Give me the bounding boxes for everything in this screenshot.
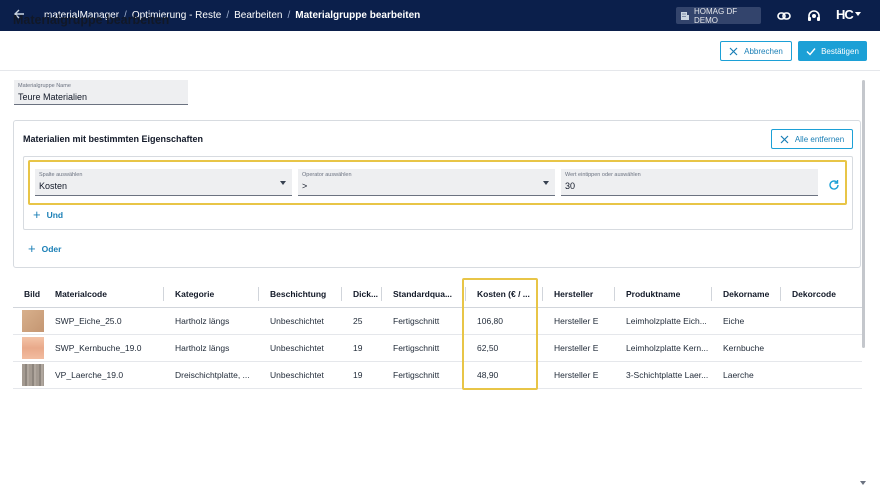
cell-beschichtung: Unbeschichtet [259, 334, 342, 362]
table-header-row: Bild Materialcode Kategorie Beschichtung… [13, 281, 862, 308]
name-field-value: Teure Materialien [18, 92, 88, 102]
value-input-value: 30 [565, 181, 576, 191]
check-icon [806, 47, 816, 56]
cell-kosten: 62,50 [466, 334, 543, 362]
vertical-scrollbar[interactable] [862, 80, 865, 348]
tenant-selector[interactable]: HOMAG DF DEMO [676, 6, 761, 25]
cell-materialcode: VP_Laerche_19.0 [44, 361, 164, 389]
hc-logo[interactable]: HC [836, 7, 854, 22]
cell-dekorcode [781, 361, 862, 389]
cell-hersteller: Hersteller E [543, 361, 615, 389]
headset-icon[interactable] [806, 8, 822, 24]
or-label: Oder [41, 244, 62, 254]
scroll-down-icon[interactable] [860, 481, 866, 485]
cell-dekorcode [781, 334, 862, 362]
cell-standard: Fertigschnitt [382, 307, 466, 335]
cell-materialcode: SWP_Kernbuche_19.0 [44, 334, 164, 362]
operator-select[interactable]: Operator auswählen > [298, 169, 555, 196]
material-group-name-field[interactable]: Materialgruppe Name Teure Materialien [14, 80, 188, 105]
confirm-button[interactable]: Bestätigen [798, 41, 867, 61]
column-header-dicke[interactable]: Dick... [342, 281, 382, 308]
column-select-label: Spalte auswählen [39, 172, 83, 178]
cell-dekorname: Laerche [712, 361, 781, 389]
cancel-label: Abbrechen [744, 46, 783, 56]
table-row[interactable]: SWP_Eiche_25.0 Hartholz längs Unbeschich… [13, 307, 862, 335]
operator-select-value: > [302, 181, 308, 191]
cell-dicke: 25 [342, 307, 382, 335]
cell-produktname: 3-Schichtplatte Laer... [615, 361, 712, 389]
column-header-hersteller[interactable]: Hersteller [543, 281, 615, 308]
material-image [13, 361, 44, 389]
cell-dekorname: Eiche [712, 307, 781, 335]
building-icon [680, 11, 690, 21]
cell-kategorie: Hartholz längs [164, 307, 259, 335]
add-and-condition-button[interactable]: + Und [33, 207, 64, 222]
value-input[interactable]: Wert eintippen oder auswählen 30 [561, 169, 818, 196]
column-select-value: Kosten [39, 181, 68, 191]
remove-all-button[interactable]: Alle entfernen [771, 129, 853, 149]
and-label: Und [46, 210, 64, 220]
confirm-label: Bestätigen [821, 46, 859, 56]
plus-icon: + [28, 241, 36, 256]
operator-select-label: Operator auswählen [302, 172, 352, 178]
dropdown-arrow-icon [543, 181, 549, 185]
plus-icon: + [33, 207, 41, 222]
dropdown-arrow-icon [280, 181, 286, 185]
column-header-bild[interactable]: Bild [13, 281, 44, 308]
cell-dekorcode [781, 307, 862, 335]
cell-produktname: Leimholzplatte Eich... [615, 307, 712, 335]
column-header-dekorcode[interactable]: Dekorcode [781, 281, 862, 308]
remove-all-label: Alle entfernen [794, 134, 845, 144]
column-header-produktname[interactable]: Produktname [615, 281, 712, 308]
breadcrumb-item-bearbeiten[interactable]: Bearbeiten [234, 10, 282, 21]
material-swatch [22, 309, 44, 332]
page-title: Materialgruppe bearbeiten [13, 13, 170, 27]
cell-kategorie: Hartholz längs [164, 334, 259, 362]
column-select[interactable]: Spalte auswählen Kosten [35, 169, 292, 196]
column-header-standardqualitaet[interactable]: Standardqua... [382, 281, 466, 308]
materials-table: Bild Materialcode Kategorie Beschichtung… [13, 281, 862, 389]
add-or-group-button[interactable]: + Oder [28, 241, 62, 256]
close-icon [729, 47, 738, 55]
cell-dicke: 19 [342, 334, 382, 362]
column-header-kategorie[interactable]: Kategorie [164, 281, 259, 308]
material-swatch [22, 336, 44, 359]
name-field-label: Materialgruppe Name [18, 83, 71, 89]
cell-dicke: 19 [342, 361, 382, 389]
cell-hersteller: Hersteller E [543, 334, 615, 362]
material-image [13, 334, 44, 362]
column-header-materialcode[interactable]: Materialcode [44, 281, 164, 308]
table-row[interactable]: VP_Laerche_19.0 Dreischichtplatte, ... U… [13, 361, 862, 389]
cell-standard: Fertigschnitt [382, 361, 466, 389]
cell-materialcode: SWP_Eiche_25.0 [44, 307, 164, 335]
value-input-label: Wert eintippen oder auswählen [565, 172, 641, 178]
breadcrumb-current: Materialgruppe bearbeiten [295, 10, 421, 21]
column-header-kosten[interactable]: Kosten (€ / ... [466, 281, 543, 308]
cell-kosten: 48,90 [466, 361, 543, 389]
material-swatch [22, 363, 44, 386]
cell-produktname: Leimholzplatte Kern... [615, 334, 712, 362]
cell-kosten: 106,80 [466, 307, 543, 335]
close-icon [780, 135, 789, 143]
filter-card-title: Materialien mit bestimmten Eigenschaften [23, 134, 204, 144]
cell-standard: Fertigschnitt [382, 334, 466, 362]
cell-kategorie: Dreischichtplatte, ... [164, 361, 259, 389]
cell-hersteller: Hersteller E [543, 307, 615, 335]
table-row[interactable]: SWP_Kernbuche_19.0 Hartholz längs Unbesc… [13, 334, 862, 362]
chevron-down-icon[interactable] [855, 12, 861, 16]
link-icon[interactable] [776, 8, 792, 24]
material-image [13, 307, 44, 335]
refresh-icon[interactable] [828, 178, 840, 190]
column-header-dekorname[interactable]: Dekorname [712, 281, 781, 308]
cell-beschichtung: Unbeschichtet [259, 307, 342, 335]
tenant-label: HOMAG DF DEMO [694, 6, 738, 25]
cancel-button[interactable]: Abbrechen [720, 41, 792, 61]
column-header-beschichtung[interactable]: Beschichtung [259, 281, 342, 308]
cell-beschichtung: Unbeschichtet [259, 361, 342, 389]
cell-dekorname: Kernbuche [712, 334, 781, 362]
